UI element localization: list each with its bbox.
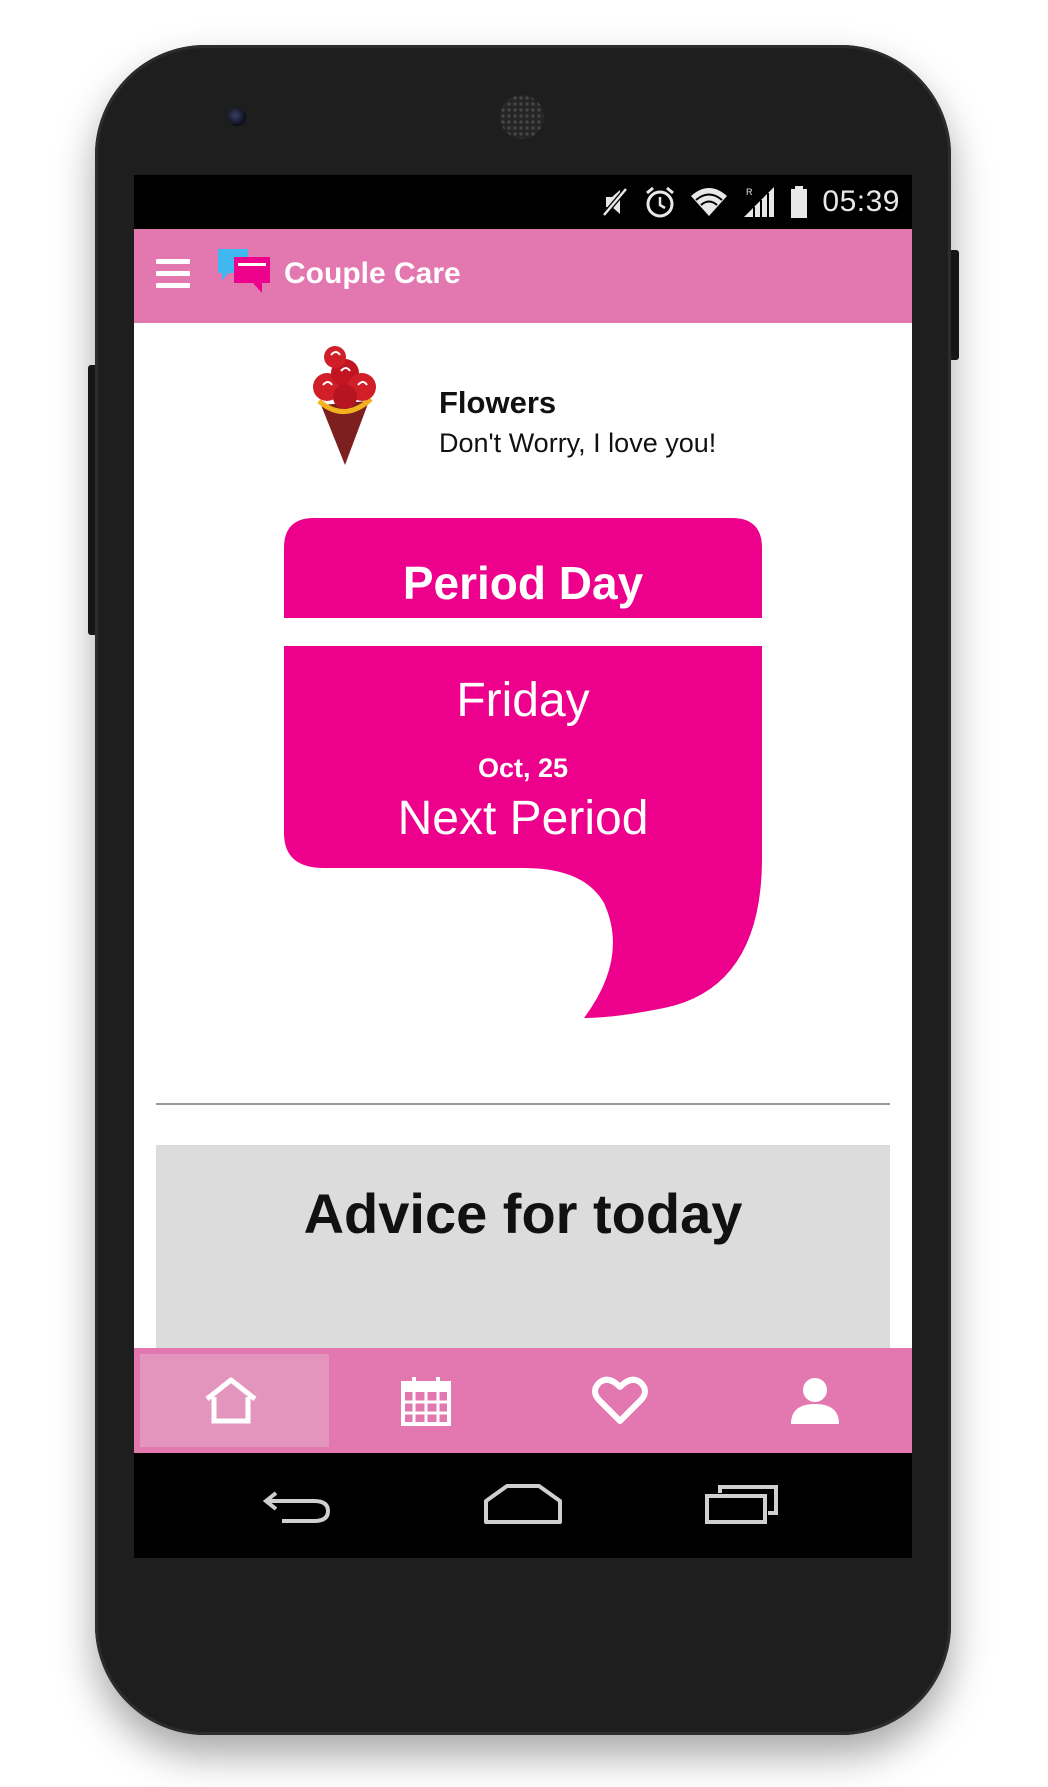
bottom-nav <box>134 1348 912 1453</box>
hamburger-menu-icon[interactable] <box>156 259 190 291</box>
flowers-title: Flowers <box>439 385 557 420</box>
period-day-weekday: Friday <box>456 674 590 727</box>
recents-icon[interactable] <box>704 1483 780 1525</box>
system-nav-bar <box>134 1453 912 1558</box>
nav-calendar[interactable] <box>329 1348 524 1453</box>
main-content: Flowers Don't Worry, I love you! Period … <box>134 323 912 1348</box>
flowers-card[interactable]: Flowers Don't Worry, I love you! <box>284 343 784 483</box>
nav-profile[interactable] <box>718 1348 913 1453</box>
wifi-icon <box>691 188 728 216</box>
nav-home[interactable] <box>134 1348 329 1453</box>
status-clock: 05:39 <box>822 185 900 218</box>
period-day-title: Period Day <box>402 557 644 609</box>
nav-favorites[interactable] <box>523 1348 718 1453</box>
mute-icon <box>602 187 629 217</box>
next-period-date: Nov, 21 <box>475 871 571 901</box>
advice-card: Advice for today <box>156 1145 890 1348</box>
back-icon[interactable] <box>262 1483 332 1525</box>
front-camera <box>228 108 246 126</box>
signal-icon: R <box>744 187 775 217</box>
chat-bubbles-logo-icon <box>218 249 270 293</box>
earpiece-speaker <box>500 95 544 139</box>
device-mockup: R 05:39 Couple Care Flowers Don't Worry,… <box>0 0 1048 1787</box>
alarm-icon <box>646 186 675 218</box>
status-bar: R 05:39 <box>134 175 912 229</box>
calendar-icon <box>400 1376 451 1426</box>
flowers-message: Don't Worry, I love you! <box>439 428 717 458</box>
app-title: Couple Care <box>284 257 461 290</box>
home-icon <box>205 1377 257 1423</box>
section-divider <box>156 1103 890 1105</box>
phone-screen: R 05:39 Couple Care Flowers Don't Worry,… <box>134 175 912 1558</box>
flower-bouquet-icon <box>313 346 376 465</box>
battery-icon <box>791 186 808 218</box>
home-outline-icon[interactable] <box>483 1483 563 1525</box>
svg-text:R: R <box>746 187 753 197</box>
next-period-label: Next Period <box>397 792 649 845</box>
heart-icon <box>592 1376 649 1424</box>
period-day-date: Oct, 25 <box>477 753 569 783</box>
person-icon <box>790 1377 839 1424</box>
advice-title: Advice for today <box>303 1182 743 1245</box>
app-bar: Couple Care <box>134 229 912 323</box>
